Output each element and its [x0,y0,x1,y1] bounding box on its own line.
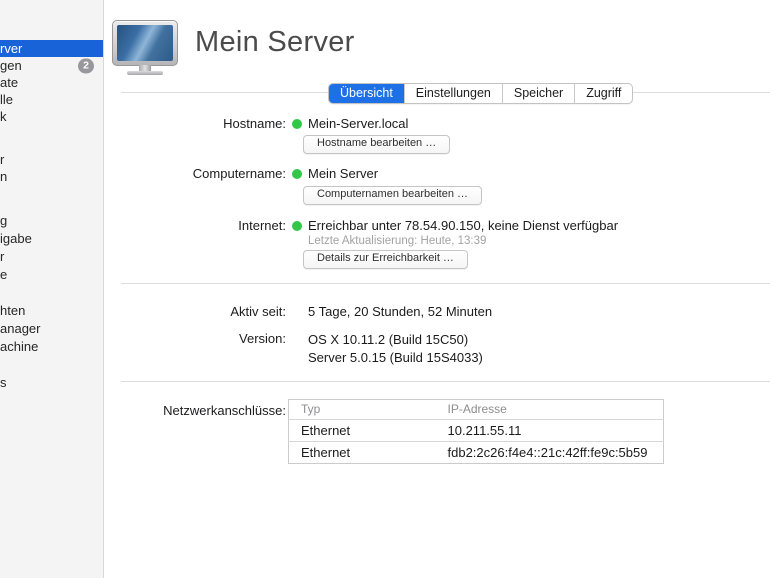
uptime-value: 5 Tage, 20 Stunden, 52 Minuten [308,304,493,319]
display-screen [117,25,173,61]
internet-last-update: Letzte Aktualisierung: Heute, 13:39 [308,235,487,247]
version-os-line: OS X 10.11.2 (Build 15C50) [308,332,469,347]
uptime-label: Aktiv seit: [230,304,286,319]
sidebar-item-benutzer[interactable]: r [0,151,103,168]
display-stand-base [127,71,163,75]
column-header: Typ [288,399,436,420]
edit-hostname-button[interactable]: Hostname bearbeiten … [303,135,451,154]
sidebar-item-kalender[interactable]: r [0,248,103,266]
sidebar-item-label: lle [0,92,14,107]
tab-speicher[interactable]: Speicher [501,84,574,103]
alert-count-badge: 2 [78,58,94,73]
tab-zugriff[interactable]: Zugriff [574,84,632,103]
hostname-value: Mein-Server.local [308,116,409,131]
section-divider-lower [121,381,770,382]
tab-uebersicht[interactable]: Übersicht [329,84,404,103]
internet-status-dot [292,221,302,231]
sidebar-item-statistik[interactable]: k [0,108,103,125]
sidebar-item-warnungen[interactable]: gen 2 [0,57,103,74]
computername-value: Mein Server [308,166,379,181]
tab-bar: Übersicht Einstellungen Speicher Zugriff [328,83,634,104]
hostname-label: Hostname: [223,116,286,131]
version-server-line: Server 5.0.15 (Build 15S4033) [308,350,483,365]
computername-status-dot [292,169,302,179]
network-interfaces-table: Typ IP-Adresse Ethernet 10.211.55.11 Ethern… [288,399,664,464]
reachability-details-button[interactable]: Details zur Erreichbarkeit … [303,250,468,269]
sidebar-item-label: rver [0,41,23,56]
table-cell: fdb2:2c26:f4e4::21c:42ff:fe9c:5b59 [447,444,648,460]
sidebar: rver gen 2 ate lle k r n g igabe r e hten anager achin… [0,0,104,578]
sidebar-item-profilmanager[interactable]: anager [0,320,103,338]
sidebar-item-kontakte[interactable]: e [0,266,103,284]
table-row[interactable]: Ethernet 10.211.55.11 [288,419,664,442]
internet-label: Internet: [238,218,286,233]
sidebar-item-label: r [0,152,5,167]
page-title: Mein Server [195,26,355,58]
section-divider-upper [121,283,770,284]
sidebar-item-label: anager [0,321,41,336]
version-value: OS X 10.11.2 (Build 15C50) Server 5.0.15… [308,331,483,367]
sidebar-item-label: n [0,169,8,184]
hostname-status-dot [292,119,302,129]
internet-value: Erreichbar unter 78.54.90.150, keine Die… [308,218,619,233]
sidebar-item-mail[interactable] [0,284,103,302]
table-row[interactable]: Ethernet fdb2:2c26:f4e4::21c:42ff:fe9c:5b… [289,442,664,464]
sidebar-item-mein-server[interactable]: rver [0,40,103,57]
network-interfaces-label: Netzwerkanschlüsse: [163,403,286,418]
sidebar-item-nachrichten[interactable]: hten [0,302,103,320]
sidebar-item-time-machine[interactable]: achine [0,338,103,356]
sidebar-item-label: k [0,109,7,124]
sidebar-item-label: hten [0,303,26,318]
sidebar-item-websites[interactable]: s [0,374,103,392]
sidebar-item-protokolle[interactable]: lle [0,91,103,108]
table-cell: Ethernet [301,444,351,460]
sidebar-item-zertifikate[interactable]: ate [0,74,103,91]
server-app-window: rver gen 2 ate lle k r n g igabe r e hten anager achin… [0,0,770,578]
tab-einstellungen[interactable]: Einstellungen [403,84,502,103]
sidebar-item-gruppen[interactable]: n [0,168,103,185]
table-header-row: Typ IP-Adresse [288,399,664,420]
sidebar-item-label: ate [0,75,19,90]
table-cell: Ethernet [288,419,436,442]
server-display-icon [112,20,178,66]
sidebar-item-caching[interactable]: g [0,212,103,230]
version-label: Version: [239,331,286,346]
table-body: Ethernet 10.211.55.11 Ethernet fdb2:2c26:f4… [288,419,664,464]
edit-computername-button[interactable]: Computernamen bearbeiten … [303,186,483,205]
sidebar-item-label: r [0,249,5,264]
sidebar-item-vpn[interactable] [0,356,103,374]
computername-label: Computername: [192,166,286,181]
table-cell: 10.211.55.11 [435,419,664,442]
sidebar-item-label: achine [0,339,39,354]
sidebar-item-dateifreigabe[interactable]: igabe [0,230,103,248]
sidebar-item-label: e [0,267,8,282]
column-header: IP-Adresse [435,399,664,420]
sidebar-item-label: g [0,213,8,228]
overview-pane: Mein Server Übersicht Einstellungen Speich… [104,0,770,578]
sidebar-item-label: s [0,375,7,390]
sidebar-item-label: igabe [0,231,32,246]
